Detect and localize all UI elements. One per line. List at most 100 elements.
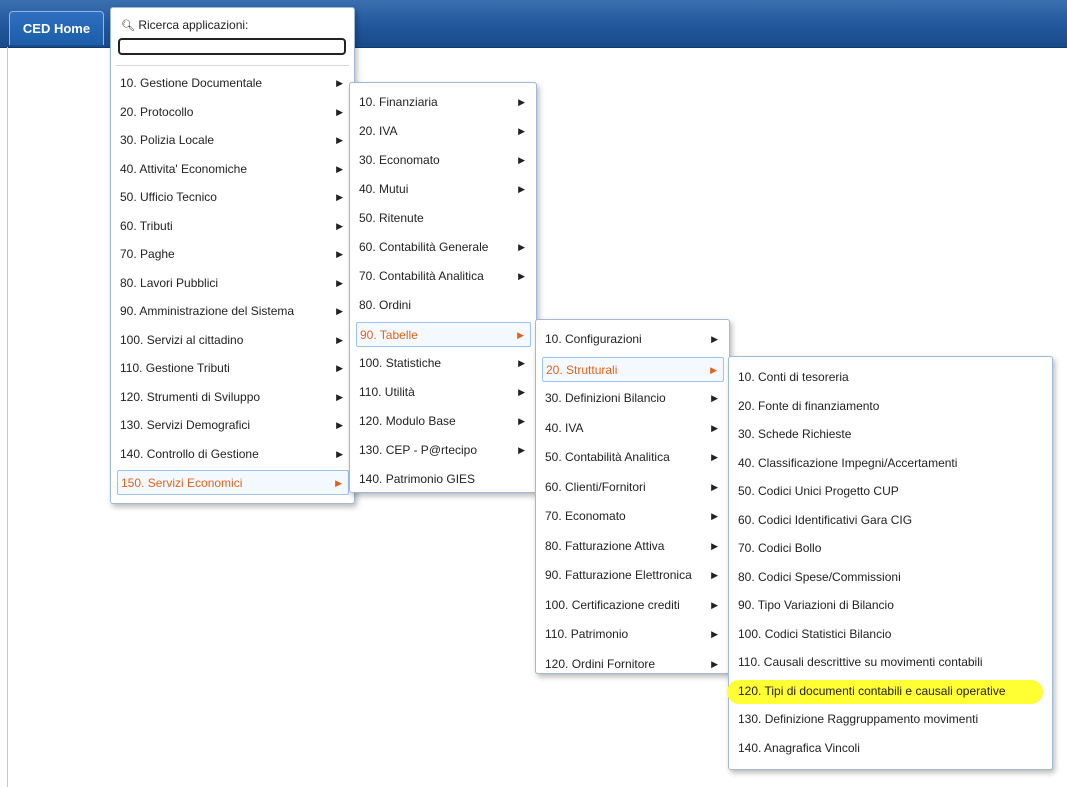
- menu-item-130-servizi-demografici[interactable]: 130. Servizi Demografici ▶: [117, 413, 349, 438]
- menu-item-10-conti-di-tesoreria[interactable]: 10. Conti di tesoreria: [735, 365, 1045, 390]
- menu-item-10-gestione-documentale[interactable]: 10. Gestione Documentale ▶: [117, 71, 349, 96]
- menu-item-label: 30. Definizioni Bilancio: [545, 391, 666, 405]
- submenu-arrow-icon: ▶: [336, 249, 343, 259]
- menu-item-90-tabelle[interactable]: 90. Tabelle ▶: [356, 322, 531, 347]
- menu-item-60-codici-identificativi-gara-cig[interactable]: 60. Codici Identificativi Gara CIG: [735, 508, 1045, 533]
- menu-item-20-protocollo[interactable]: 20. Protocollo ▶: [117, 100, 349, 125]
- menu-item-20-iva[interactable]: 20. IVA ▶: [356, 119, 531, 144]
- menu-item-label: 120. Tipi di documenti contabili e causa…: [738, 683, 1006, 698]
- menu-item-120-tipi-di-documenti-contabili-e-causali-operative[interactable]: 120. Tipi di documenti contabili e causa…: [727, 679, 1045, 704]
- submenu-arrow-icon: ▶: [518, 97, 525, 107]
- menu-item-label: 40. Attivita' Economiche: [120, 161, 248, 176]
- submenu-arrow-icon: ▶: [518, 387, 525, 397]
- menu-item-120-strumenti-di-sviluppo[interactable]: 120. Strumenti di Sviluppo ▶: [117, 385, 349, 410]
- menu-item-50-contabilit-analitica[interactable]: 50. Contabilità Analitica ▶: [542, 445, 724, 470]
- menu-item-label: 60. Contabilità Generale: [359, 240, 489, 254]
- menu-item-70-contabilit-analitica[interactable]: 70. Contabilità Analitica ▶: [356, 264, 531, 289]
- menu-item-label: 130. Servizi Demografici: [120, 418, 251, 432]
- menu-item-label: 90. Fatturazione Elettronica: [545, 568, 692, 582]
- menu-item-130-cep-p-rtecipo[interactable]: 130. CEP - P@rtecipo ▶: [356, 438, 531, 463]
- submenu-arrow-icon: ▶: [518, 242, 525, 252]
- menu-item-140-controllo-di-gestione[interactable]: 140. Controllo di Gestione ▶: [117, 442, 349, 467]
- menu-item-label: 110. Patrimonio: [545, 627, 629, 641]
- menu-item-30-schede-richieste[interactable]: 30. Schede Richieste: [735, 422, 1045, 447]
- submenu-arrow-icon: ▶: [336, 391, 343, 402]
- submenu-arrow-icon: ▶: [336, 78, 343, 88]
- submenu-arrow-icon: ▶: [336, 106, 343, 117]
- submenu-arrow-icon: ▶: [335, 478, 342, 488]
- menu-item-60-clienti-fornitori[interactable]: 60. Clienti/Fornitori ▶: [542, 475, 724, 500]
- submenu-arrow-icon: ▶: [336, 448, 343, 459]
- menu-item-label: 110. Causali descrittive su movimenti co…: [738, 655, 983, 669]
- menu-item-90-tipo-variazioni-di-bilancio[interactable]: 90. Tipo Variazioni di Bilancio: [735, 593, 1045, 618]
- menu-item-label: 140. Anagrafica Vincoli: [738, 740, 860, 755]
- menu-item-110-patrimonio[interactable]: 110. Patrimonio ▶: [542, 622, 724, 647]
- menu-item-80-codici-spese-commissioni[interactable]: 80. Codici Spese/Commissioni: [735, 565, 1045, 590]
- menu-item-30-economato[interactable]: 30. Economato ▶: [356, 148, 531, 173]
- search-input[interactable]: [118, 38, 346, 55]
- menu-item-110-causali-descrittive-su-movimenti-contabili[interactable]: 110. Causali descrittive su movimenti co…: [735, 650, 1045, 675]
- submenu-arrow-icon: ▶: [336, 363, 343, 373]
- menu-item-label: 10. Conti di tesoreria: [738, 370, 849, 384]
- menu-item-label: 10. Configurazioni: [545, 332, 642, 346]
- menu-item-100-certificazione-crediti[interactable]: 100. Certificazione crediti ▶: [542, 593, 724, 618]
- menu-item-70-codici-bollo[interactable]: 70. Codici Bollo: [735, 536, 1045, 561]
- menu-item-120-modulo-base[interactable]: 120. Modulo Base ▶: [356, 409, 531, 434]
- menu-item-80-ordini[interactable]: 80. Ordini: [356, 293, 531, 318]
- menu-item-40-classificazione-impegni-accertamenti[interactable]: 40. Classificazione Impegni/Accertamenti: [735, 451, 1045, 476]
- menu-item-120-ordini-fornitore[interactable]: 120. Ordini Fornitore ▶: [542, 652, 724, 677]
- tabelle-submenu: 10. Configurazioni ▶ 20. Strutturali ▶ 30. D…: [535, 319, 730, 674]
- menu-item-label: 100. Codici Statistici Bilancio: [738, 626, 892, 641]
- menu-item-90-fatturazione-elettronica[interactable]: 90. Fatturazione Elettronica ▶: [542, 563, 724, 588]
- menu-item-80-fatturazione-attiva[interactable]: 80. Fatturazione Attiva ▶: [542, 534, 724, 559]
- menu-item-40-attivita-economiche[interactable]: 40. Attivita' Economiche ▶: [117, 157, 349, 182]
- submenu-arrow-icon: ▶: [518, 184, 525, 194]
- menu-item-30-definizioni-bilancio[interactable]: 30. Definizioni Bilancio ▶: [542, 386, 724, 411]
- menu-item-label: 120. Modulo Base: [359, 414, 456, 428]
- menu-item-10-configurazioni[interactable]: 10. Configurazioni ▶: [542, 327, 724, 352]
- menu-item-130-definizione-raggruppamento-movimenti[interactable]: 130. Definizione Raggruppamento moviment…: [735, 707, 1045, 732]
- menu-item-60-tributi[interactable]: 60. Tributi ▶: [117, 214, 349, 239]
- submenu-arrow-icon: ▶: [336, 334, 343, 345]
- menu-item-110-utilit[interactable]: 110. Utilità ▶: [356, 380, 531, 405]
- menu-item-70-economato[interactable]: 70. Economato ▶: [542, 504, 724, 529]
- menu-item-label: 120. Strumenti di Sviluppo: [120, 389, 261, 404]
- menu-item-50-ritenute[interactable]: 50. Ritenute: [356, 206, 531, 231]
- menu-item-50-codici-unici-progetto-cup[interactable]: 50. Codici Unici Progetto CUP: [735, 479, 1045, 504]
- menu-item-50-ufficio-tecnico[interactable]: 50. Ufficio Tecnico ▶: [117, 185, 349, 210]
- submenu-arrow-icon: ▶: [336, 135, 343, 145]
- menu-item-90-amministrazione-del-sistema[interactable]: 90. Amministrazione del Sistema ▶: [117, 299, 349, 324]
- menu-item-label: 60. Tributi: [120, 218, 173, 233]
- menu-item-10-finanziaria[interactable]: 10. Finanziaria ▶: [356, 90, 531, 115]
- menu-item-60-contabilit-generale[interactable]: 60. Contabilità Generale ▶: [356, 235, 531, 260]
- menu-item-140-patrimonio-gies[interactable]: 140. Patrimonio GIES: [356, 467, 531, 492]
- menu-item-30-polizia-locale[interactable]: 30. Polizia Locale ▶: [117, 128, 349, 153]
- menu-item-140-anagrafica-vincoli[interactable]: 140. Anagrafica Vincoli: [735, 736, 1045, 761]
- menu-item-20-fonte-di-finanziamento[interactable]: 20. Fonte di finanziamento: [735, 394, 1045, 419]
- menu-item-100-servizi-al-cittadino[interactable]: 100. Servizi al cittadino ▶: [117, 328, 349, 353]
- submenu-arrow-icon: ▶: [711, 452, 718, 462]
- menu-item-80-lavori-pubblici[interactable]: 80. Lavori Pubblici ▶: [117, 271, 349, 296]
- servizi-economici-submenu: 10. Finanziaria ▶ 20. IVA ▶ 30. Economato ▶ 40…: [349, 82, 537, 493]
- menu-item-label: 90. Tabelle: [360, 328, 418, 342]
- menu-item-label: 150. Servizi Economici: [121, 476, 243, 490]
- menu-item-label: 40. IVA: [545, 420, 584, 435]
- tab-ced-home[interactable]: CED Home: [9, 11, 104, 45]
- menu-item-label: 50. Ritenute: [359, 211, 424, 225]
- menu-item-150-servizi-economici[interactable]: 150. Servizi Economici ▶: [117, 470, 349, 495]
- menu-item-label: 80. Fatturazione Attiva: [545, 538, 665, 553]
- menu-item-label: 40. Mutui: [359, 182, 409, 196]
- submenu-arrow-icon: ▶: [517, 330, 524, 340]
- menu-item-40-iva[interactable]: 40. IVA ▶: [542, 416, 724, 441]
- submenu-arrow-icon: ▶: [711, 599, 718, 610]
- submenu-arrow-icon: ▶: [518, 155, 525, 165]
- menu-item-label: 100. Servizi al cittadino: [120, 332, 244, 347]
- menu-item-label: 30. Economato: [359, 153, 440, 167]
- menu-item-100-statistiche[interactable]: 100. Statistiche ▶: [356, 351, 531, 376]
- menu-item-100-codici-statistici-bilancio[interactable]: 100. Codici Statistici Bilancio: [735, 622, 1045, 647]
- menu-item-40-mutui[interactable]: 40. Mutui ▶: [356, 177, 531, 202]
- menu-item-70-paghe[interactable]: 70. Paghe ▶: [117, 242, 349, 267]
- menu-item-110-gestione-tributi[interactable]: 110. Gestione Tributi ▶: [117, 356, 349, 381]
- menu-item-label: 60. Codici Identificativi Gara CIG: [738, 512, 913, 527]
- menu-item-20-strutturali[interactable]: 20. Strutturali ▶: [542, 356, 724, 382]
